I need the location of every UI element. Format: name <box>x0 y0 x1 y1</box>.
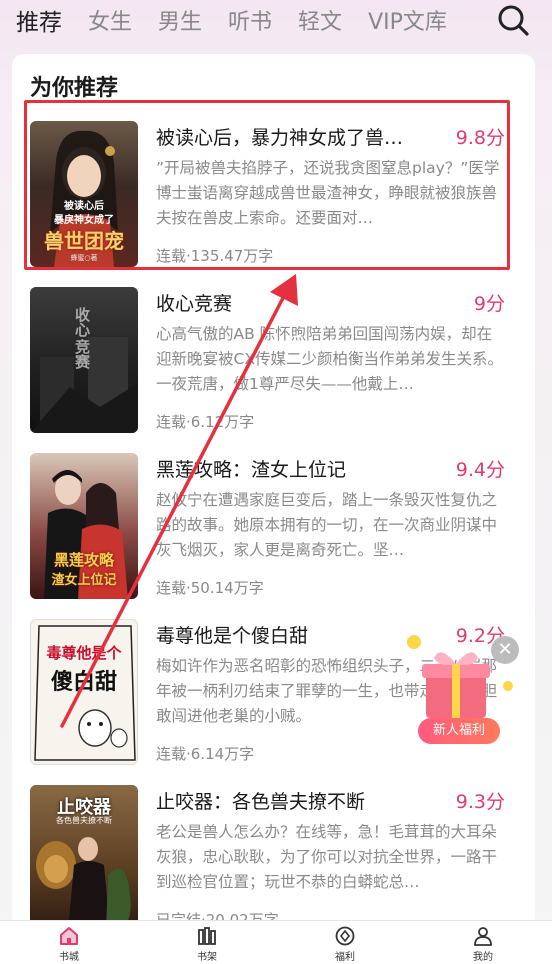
book-score: 9.3分 <box>455 791 505 813</box>
cover-text: 毒尊他是个 <box>46 644 122 662</box>
book-description: 心高气傲的AB 陈怀煦陪弟弟回国闯荡内娱，却在迎新晚宴被CX传媒二少颜柏衡当作弟… <box>156 325 503 393</box>
bottom-nav: 书城 书架 福利 我的 <box>0 920 552 964</box>
book-meta: 连载·50.14万字 <box>156 579 264 597</box>
new-user-bonus-widget[interactable]: ✕ 新人福利 <box>400 628 520 748</box>
nav-bookshelf[interactable]: 书架 <box>138 921 276 964</box>
book-meta: 连载·6.14万字 <box>156 745 255 763</box>
tab-light-novel[interactable]: 轻文 <box>298 4 342 36</box>
book-description: 老公是兽人怎么办？在线等，急！毛茸茸的大耳朵灰狼，忠心耿耿，为了你可以对抗全世界… <box>156 823 498 891</box>
close-icon[interactable]: ✕ <box>491 636 519 664</box>
book-description: ”开局被兽夫掐脖子，还说我贪图窒息play？”医学博士蚩语离穿越成兽世最渣神女，… <box>156 159 500 227</box>
nav-bookstore[interactable]: 书城 <box>0 921 138 964</box>
cover-text: 被读心后 <box>64 201 104 212</box>
tab-recommend[interactable]: 推荐 <box>16 3 62 37</box>
book-item[interactable]: 止咬器 各色兽夫撩不断 止咬器：各色兽夫撩不断 9.3分 老公是兽人怎么办？在线… <box>12 785 535 934</box>
promo-label[interactable]: 新人福利 <box>418 718 500 744</box>
welfare-icon <box>335 926 355 946</box>
section-title: 为你推荐 <box>30 76 119 101</box>
book-cover[interactable]: 毒尊他是个 傻白甜 <box>30 619 138 765</box>
book-score: 9.4分 <box>455 459 505 481</box>
book-cover[interactable]: 被读心后 暴戾神女成了 兽世团宠 蜂蜜○著 <box>30 121 138 267</box>
book-description: 赵攸宁在遭遇家庭巨变后，踏上一条毁灭性复仇之路的故事。她原本拥有的一切，在一次商… <box>156 491 498 559</box>
book-item[interactable]: 被读心后 暴戾神女成了 兽世团宠 蜂蜜○著 被读心后，暴力神女成了兽… 9.8分… <box>12 121 535 271</box>
home-icon <box>60 927 78 945</box>
book-cover[interactable]: 黑莲攻略 渣女上位记 <box>30 453 138 599</box>
recommend-card: 为你推荐 被读心后 暴戾神女成了 兽世团宠 蜂蜜○著 被读心后，暴力神女成了兽…… <box>12 54 535 934</box>
tab-female[interactable]: 女生 <box>88 4 132 36</box>
bookshelf-icon <box>198 927 216 945</box>
top-nav: 推荐 女生 男生 听书 轻文 VIP文库 <box>0 0 552 40</box>
book-score: 9分 <box>473 293 505 315</box>
cover-text: 竞赛 <box>73 339 91 369</box>
nav-welfare[interactable]: 福利 <box>276 921 414 964</box>
book-title[interactable]: 黑莲攻略：渣女上位记 <box>156 455 446 482</box>
book-title[interactable]: 被读心后，暴力神女成了兽… <box>156 123 446 150</box>
book-cover[interactable]: 止咬器 各色兽夫撩不断 <box>30 785 138 931</box>
book-meta: 连载·6.12万字 <box>156 413 255 431</box>
nav-profile[interactable]: 我的 <box>414 921 552 964</box>
nav-label: 福利 <box>335 952 355 963</box>
book-cover[interactable]: 收心 竞赛 <box>30 287 138 433</box>
cover-text: 傻白甜 <box>50 669 117 695</box>
tab-audiobook[interactable]: 听书 <box>228 4 272 36</box>
cover-text: 黑莲攻略 <box>53 551 114 569</box>
book-title[interactable]: 止咬器：各色兽夫撩不断 <box>156 787 446 814</box>
nav-label: 我的 <box>473 952 493 963</box>
book-title[interactable]: 收心竞赛 <box>156 289 446 316</box>
book-meta: 连载·135.47万字 <box>156 247 274 265</box>
cover-text: 收心 <box>73 307 91 337</box>
tab-male[interactable]: 男生 <box>158 4 202 36</box>
tab-vip-library[interactable]: VIP文库 <box>368 4 447 36</box>
book-item[interactable]: 黑莲攻略 渣女上位记 黑莲攻略：渣女上位记 9.4分 赵攸宁在遭遇家庭巨变后，踏… <box>12 453 535 603</box>
search-icon[interactable] <box>496 3 530 37</box>
nav-label: 书城 <box>59 952 79 963</box>
cover-text: 暴戾神女成了 <box>54 215 114 226</box>
cover-author: 蜂蜜○著 <box>70 254 98 262</box>
cover-text: 渣女上位记 <box>51 573 117 588</box>
cover-text: 各色兽夫撩不断 <box>56 816 112 825</box>
profile-icon <box>474 927 492 946</box>
book-score: 9.8分 <box>455 127 505 149</box>
book-item[interactable]: 收心 竞赛 收心竞赛 9分 心高气傲的AB 陈怀煦陪弟弟回国闯荡内娱，却在迎新晚… <box>12 287 535 437</box>
cover-text: 兽世团宠 <box>44 229 124 253</box>
nav-label: 书架 <box>197 952 217 963</box>
